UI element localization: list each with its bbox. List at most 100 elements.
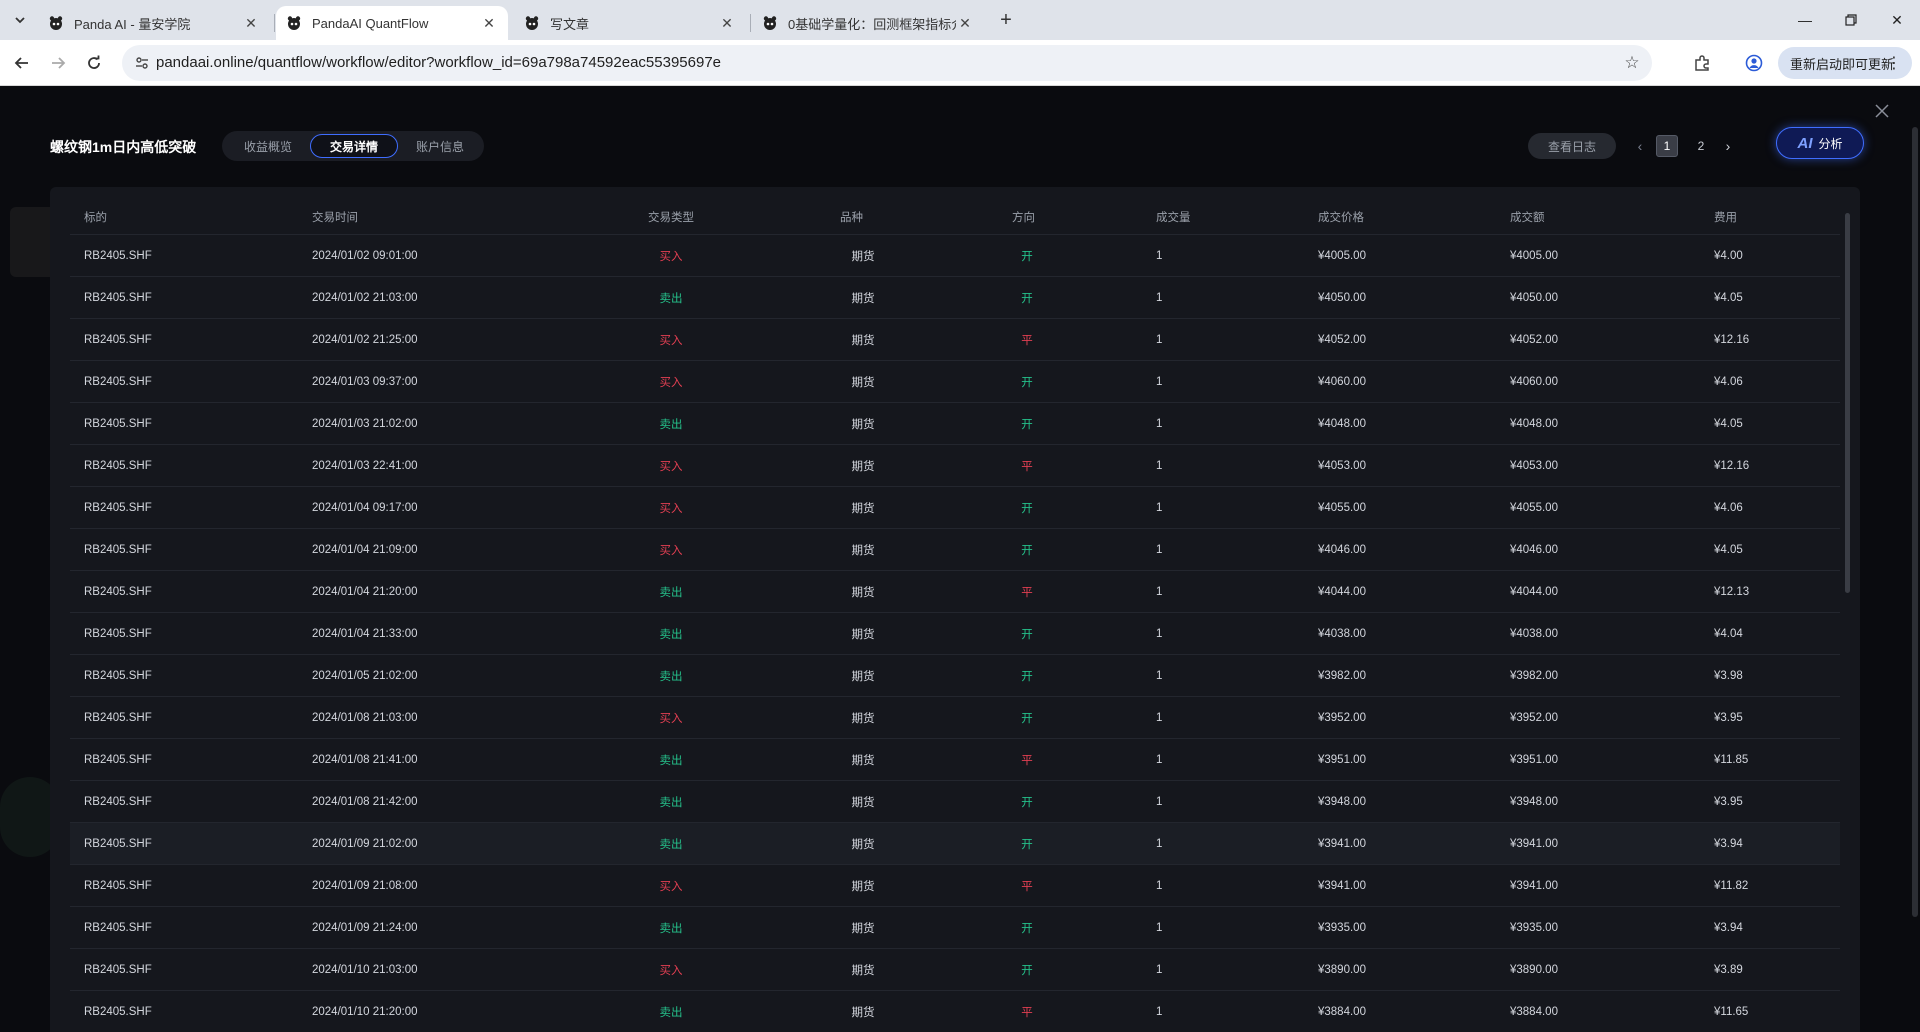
modal-close-button[interactable] — [1870, 99, 1894, 123]
close-icon[interactable]: ✕ — [242, 14, 260, 32]
table-row[interactable]: RB2405.SHF 2024/01/08 21:03:00 买入 期货 开 1 ¥3952… — [70, 697, 1840, 739]
cell-fee: ¥3.98 — [1714, 669, 1743, 682]
cell-direction: 开 — [1021, 964, 1033, 977]
cell-trade-type: 买入 — [659, 376, 683, 389]
cell-trade-time: 2024/01/03 21:02:00 — [312, 417, 418, 430]
page-1-button[interactable]: 1 — [1656, 135, 1678, 157]
table-row[interactable]: RB2405.SHF 2024/01/09 21:08:00 买入 期货 平 1 ¥3941… — [70, 865, 1840, 907]
cell-amount: ¥3935.00 — [1510, 921, 1558, 934]
cell-instrument: 期货 — [851, 418, 875, 431]
table-row[interactable]: RB2405.SHF 2024/01/03 09:37:00 买入 期货 开 1 ¥4060… — [70, 361, 1840, 403]
cell-instrument: 期货 — [851, 922, 875, 935]
cell-price: ¥3952.00 — [1318, 711, 1366, 724]
back-button[interactable] — [8, 49, 36, 77]
cell-instrument: 期货 — [851, 376, 875, 389]
cell-direction: 平 — [1021, 460, 1033, 473]
column-header-volume: 成交量 — [1156, 211, 1191, 224]
table-row[interactable]: RB2405.SHF 2024/01/08 21:42:00 卖出 期货 开 1 ¥3948… — [70, 781, 1840, 823]
browser-tab-1[interactable]: Panda AI - 量安学院 ✕ — [38, 6, 270, 40]
cell-trade-time: 2024/01/03 09:37:00 — [312, 375, 418, 388]
table-row[interactable]: RB2405.SHF 2024/01/02 21:25:00 买入 期货 平 1 ¥4052… — [70, 319, 1840, 361]
cell-trade-type: 卖出 — [659, 796, 683, 809]
table-row[interactable]: RB2405.SHF 2024/01/04 21:33:00 卖出 期货 开 1 ¥4038… — [70, 613, 1840, 655]
chevron-right-icon[interactable]: › — [1718, 138, 1738, 154]
table-row[interactable]: RB2405.SHF 2024/01/08 21:41:00 卖出 期货 平 1 ¥3951… — [70, 739, 1840, 781]
cell-symbol: RB2405.SHF — [84, 963, 152, 976]
trade-table: 标的 交易时间 交易类型 品种 方向 成交量 成交价格 成交额 费用 RB2405.SHF 202… — [70, 199, 1840, 1032]
close-icon[interactable]: ✕ — [718, 14, 736, 32]
cell-fee: ¥4.00 — [1714, 249, 1743, 262]
new-tab-button[interactable]: + — [994, 8, 1018, 32]
cell-symbol: RB2405.SHF — [84, 249, 152, 262]
view-log-button[interactable]: 查看日志 — [1528, 133, 1616, 159]
cell-direction: 开 — [1021, 712, 1033, 725]
table-row[interactable]: RB2405.SHF 2024/01/04 09:17:00 买入 期货 开 1 ¥4055… — [70, 487, 1840, 529]
cell-direction: 开 — [1021, 922, 1033, 935]
page-scrollbar[interactable] — [1912, 127, 1918, 917]
cell-fee: ¥12.16 — [1714, 333, 1750, 346]
bookmark-star-icon[interactable]: ☆ — [1620, 51, 1644, 75]
ai-analysis-label: 分析 — [1818, 136, 1843, 151]
address-bar[interactable]: pandaai.online/quantflow/workflow/editor… — [122, 45, 1652, 81]
table-row[interactable]: RB2405.SHF 2024/01/03 21:02:00 卖出 期货 开 1 ¥4048… — [70, 403, 1840, 445]
cell-trade-time: 2024/01/02 21:25:00 — [312, 333, 418, 346]
cell-volume: 1 — [1156, 879, 1163, 892]
cell-instrument: 期货 — [851, 838, 875, 851]
reload-button[interactable] — [80, 49, 108, 77]
tab-separator — [750, 14, 751, 32]
browser-tab-4[interactable]: 0基础学量化：回测框架指标介绍 ✕ — [752, 6, 984, 40]
column-header-instrument: 品种 — [840, 211, 863, 224]
page-2-button[interactable]: 2 — [1690, 135, 1712, 157]
table-row[interactable]: RB2405.SHF 2024/01/09 21:24:00 卖出 期货 开 1 ¥3935… — [70, 907, 1840, 949]
cell-volume: 1 — [1156, 543, 1163, 556]
forward-button[interactable] — [44, 49, 72, 77]
cell-fee: ¥11.85 — [1714, 753, 1749, 766]
browser-tab-2[interactable]: PandaAI QuantFlow ✕ — [276, 6, 508, 40]
cell-price: ¥3941.00 — [1318, 837, 1366, 850]
ai-analysis-button[interactable]: AI 分析 — [1776, 127, 1864, 159]
cell-amount: ¥4005.00 — [1510, 249, 1558, 262]
tab-search-button[interactable] — [8, 8, 32, 32]
cell-trade-time: 2024/01/05 21:02:00 — [312, 669, 418, 682]
ai-mark: AI — [1797, 134, 1813, 152]
table-row[interactable]: RB2405.SHF 2024/01/09 21:02:00 卖出 期货 开 1 ¥3941… — [70, 823, 1840, 865]
page-content: 螺纹钢1m日内高低突破 收益概览 交易详情 账户信息 查看日志 ‹ 1 2 › … — [0, 87, 1920, 1032]
cell-price: ¥4044.00 — [1318, 585, 1366, 598]
cell-volume: 1 — [1156, 501, 1163, 514]
table-row[interactable]: RB2405.SHF 2024/01/10 21:03:00 买入 期货 开 1 ¥3890… — [70, 949, 1840, 991]
cell-direction: 开 — [1021, 670, 1033, 683]
table-row[interactable]: RB2405.SHF 2024/01/03 22:41:00 买入 期货 平 1 ¥4053… — [70, 445, 1840, 487]
restore-button[interactable] — [1836, 8, 1866, 32]
cell-symbol: RB2405.SHF — [84, 921, 152, 934]
table-row[interactable]: RB2405.SHF 2024/01/05 21:02:00 卖出 期货 开 1 ¥3982… — [70, 655, 1840, 697]
chevron-left-icon[interactable]: ‹ — [1630, 138, 1650, 154]
arrow-left-icon — [14, 57, 28, 69]
profile-icon[interactable] — [1740, 49, 1768, 77]
extensions-icon[interactable] — [1688, 49, 1716, 77]
close-icon[interactable]: ✕ — [956, 14, 974, 32]
tab-account-info[interactable]: 账户信息 — [404, 134, 476, 158]
table-row[interactable]: RB2405.SHF 2024/01/04 21:20:00 卖出 期货 平 1 ¥4044… — [70, 571, 1840, 613]
close-icon[interactable]: ✕ — [480, 14, 498, 32]
cell-volume: 1 — [1156, 1005, 1163, 1018]
more-vert-icon[interactable]: ⋮ — [1886, 53, 1902, 73]
cell-trade-time: 2024/01/02 21:03:00 — [312, 291, 418, 304]
browser-tab-3[interactable]: 写文章 ✕ — [514, 6, 746, 40]
table-row[interactable]: RB2405.SHF 2024/01/02 09:01:00 买入 期货 开 1 ¥4005… — [70, 235, 1840, 277]
site-info-icon[interactable] — [130, 51, 154, 75]
cell-price: ¥4005.00 — [1318, 249, 1366, 262]
table-row[interactable]: RB2405.SHF 2024/01/10 21:20:00 卖出 期货 平 1 ¥3884… — [70, 991, 1840, 1032]
cell-fee: ¥3.95 — [1714, 711, 1743, 724]
minimize-button[interactable]: — — [1790, 8, 1820, 32]
table-row[interactable]: RB2405.SHF 2024/01/04 21:09:00 买入 期货 开 1 ¥4046… — [70, 529, 1840, 571]
window-close-button[interactable]: ✕ — [1882, 8, 1912, 32]
update-button[interactable]: 重新启动即可更新 ⋮ — [1778, 47, 1912, 79]
column-header-amount: 成交额 — [1510, 211, 1545, 224]
table-scrollbar[interactable] — [1845, 213, 1850, 593]
cell-trade-time: 2024/01/04 21:20:00 — [312, 585, 418, 598]
tab-trade-details[interactable]: 交易详情 — [310, 134, 398, 158]
table-row[interactable]: RB2405.SHF 2024/01/02 21:03:00 卖出 期货 开 1 ¥4050… — [70, 277, 1840, 319]
column-header-price: 成交价格 — [1318, 211, 1364, 224]
cell-amount: ¥4055.00 — [1510, 501, 1558, 514]
tab-overview[interactable]: 收益概览 — [232, 134, 304, 158]
